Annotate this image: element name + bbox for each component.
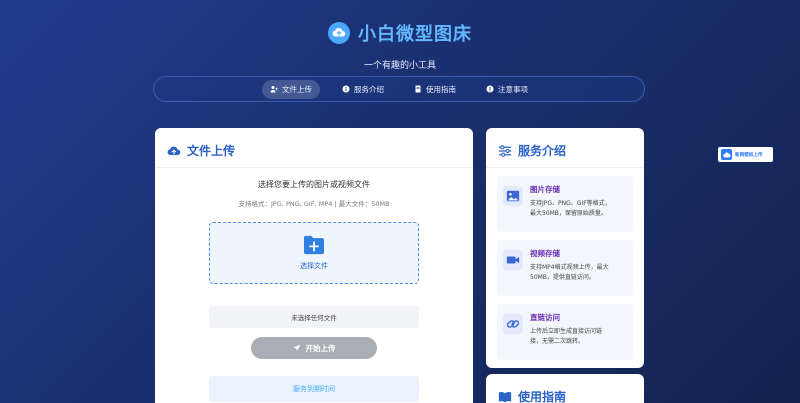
start-upload-button[interactable]: 开始上传	[251, 337, 377, 359]
service-item-title: 视频存储	[530, 249, 560, 258]
service-item-desc-line: 上传后立即生成直接访问链	[530, 328, 603, 335]
tab-label: 文件上传	[282, 84, 312, 94]
format-info-text: 支持格式：JPG, PNG, GIF, MP4 | 最大文件：50MB	[238, 200, 390, 208]
service-item-desc-line: 50MB，提供直链访问。	[530, 273, 595, 281]
tab-label: 注意事项	[498, 84, 528, 94]
floating-badge-label: 新网壁纸上传	[735, 152, 763, 158]
choose-file-label: 选择文件	[300, 262, 328, 270]
service-item-desc-line: 最大50MB，保留原始质量。	[530, 209, 607, 217]
service-item-direct-link: 直链访问 上传后立即生成直接访问链 接，无需二次跳转。	[497, 304, 633, 360]
link-icon	[503, 314, 523, 334]
service-item-image: 图片存储 支持JPG、PNG、GIF等格式， 最大50MB，保留原始质量。	[497, 176, 633, 232]
service-item-desc: 上传后立即生成直接访问链 接，无需二次跳转。	[530, 327, 602, 346]
tab-label: 使用指南	[426, 84, 456, 94]
guide-card-title: 使用指南	[518, 390, 567, 403]
sliders-icon	[498, 144, 512, 157]
service-item-desc: 支持MP4格式视频上传，最大 50MB，提供直链访问。	[530, 263, 609, 282]
file-dropzone[interactable]: 选择文件	[209, 222, 419, 284]
upload-card-header: 文件上传	[155, 128, 473, 168]
paper-plane-icon	[293, 344, 300, 351]
cloud-icon	[721, 149, 732, 160]
service-card: 服务介绍 图片存储 支持JPG、PNG、GIF等格式， 最大50MB，保留原始质…	[486, 128, 644, 368]
choose-file-text: 选择您要上传的图片或视频文件	[258, 180, 370, 189]
user-upload-icon	[270, 86, 278, 93]
folder-add-icon	[304, 235, 324, 255]
service-card-title: 服务介绍	[518, 144, 567, 158]
service-item-video: 视频存储 支持MP4格式视频上传，最大 50MB，提供直链访问。	[497, 240, 633, 296]
guide-card-header: 使用指南	[486, 374, 644, 403]
tab-notices[interactable]: 注意事项	[478, 80, 536, 99]
video-icon	[503, 250, 523, 270]
service-item-desc: 支持JPG、PNG、GIF等格式， 最大50MB，保留原始质量。	[530, 199, 611, 218]
service-item-title: 直链访问	[530, 313, 560, 322]
info-icon	[342, 85, 350, 93]
file-status: 未选择任何文件	[209, 306, 419, 328]
service-item-desc-line: 支持MP4格式视频上传，最大	[530, 264, 609, 271]
cloud-upload-icon	[167, 146, 181, 155]
service-item-desc-line: 接，无需二次跳转。	[530, 337, 585, 345]
book-icon	[415, 85, 421, 93]
start-upload-label: 开始上传	[305, 343, 336, 353]
service-card-header: 服务介绍	[486, 128, 644, 168]
service-expiry-box: 服务到期时间	[209, 376, 419, 402]
page-subtitle: 一个有趣的小工具	[363, 61, 436, 71]
warning-icon	[486, 85, 494, 93]
tab-file-upload[interactable]: 文件上传	[262, 79, 320, 99]
image-icon	[503, 186, 523, 206]
service-item-title: 图片存储	[530, 185, 560, 194]
service-item-desc-line: 支持JPG、PNG、GIF等格式，	[530, 200, 611, 207]
top-nav: 文件上传 服务介绍 使用指南 注意事项	[153, 76, 645, 102]
tab-label: 服务介绍	[354, 84, 384, 94]
open-book-icon	[498, 391, 512, 402]
tab-service-intro[interactable]: 服务介绍	[334, 80, 392, 99]
cloud-upload-icon	[328, 22, 350, 44]
service-expiry-label: 服务到期时间	[293, 385, 335, 393]
tab-usage-guide[interactable]: 使用指南	[406, 80, 464, 99]
guide-card: 使用指南	[486, 374, 644, 403]
upload-card-title: 文件上传	[187, 144, 236, 158]
brand: 小白微型图床	[0, 20, 800, 46]
page-title: 小白微型图床	[358, 24, 472, 45]
upload-card: 文件上传 选择您要上传的图片或视频文件 支持格式：JPG, PNG, GIF, …	[155, 128, 473, 403]
floating-upload-badge[interactable]: 新网壁纸上传	[718, 147, 773, 162]
